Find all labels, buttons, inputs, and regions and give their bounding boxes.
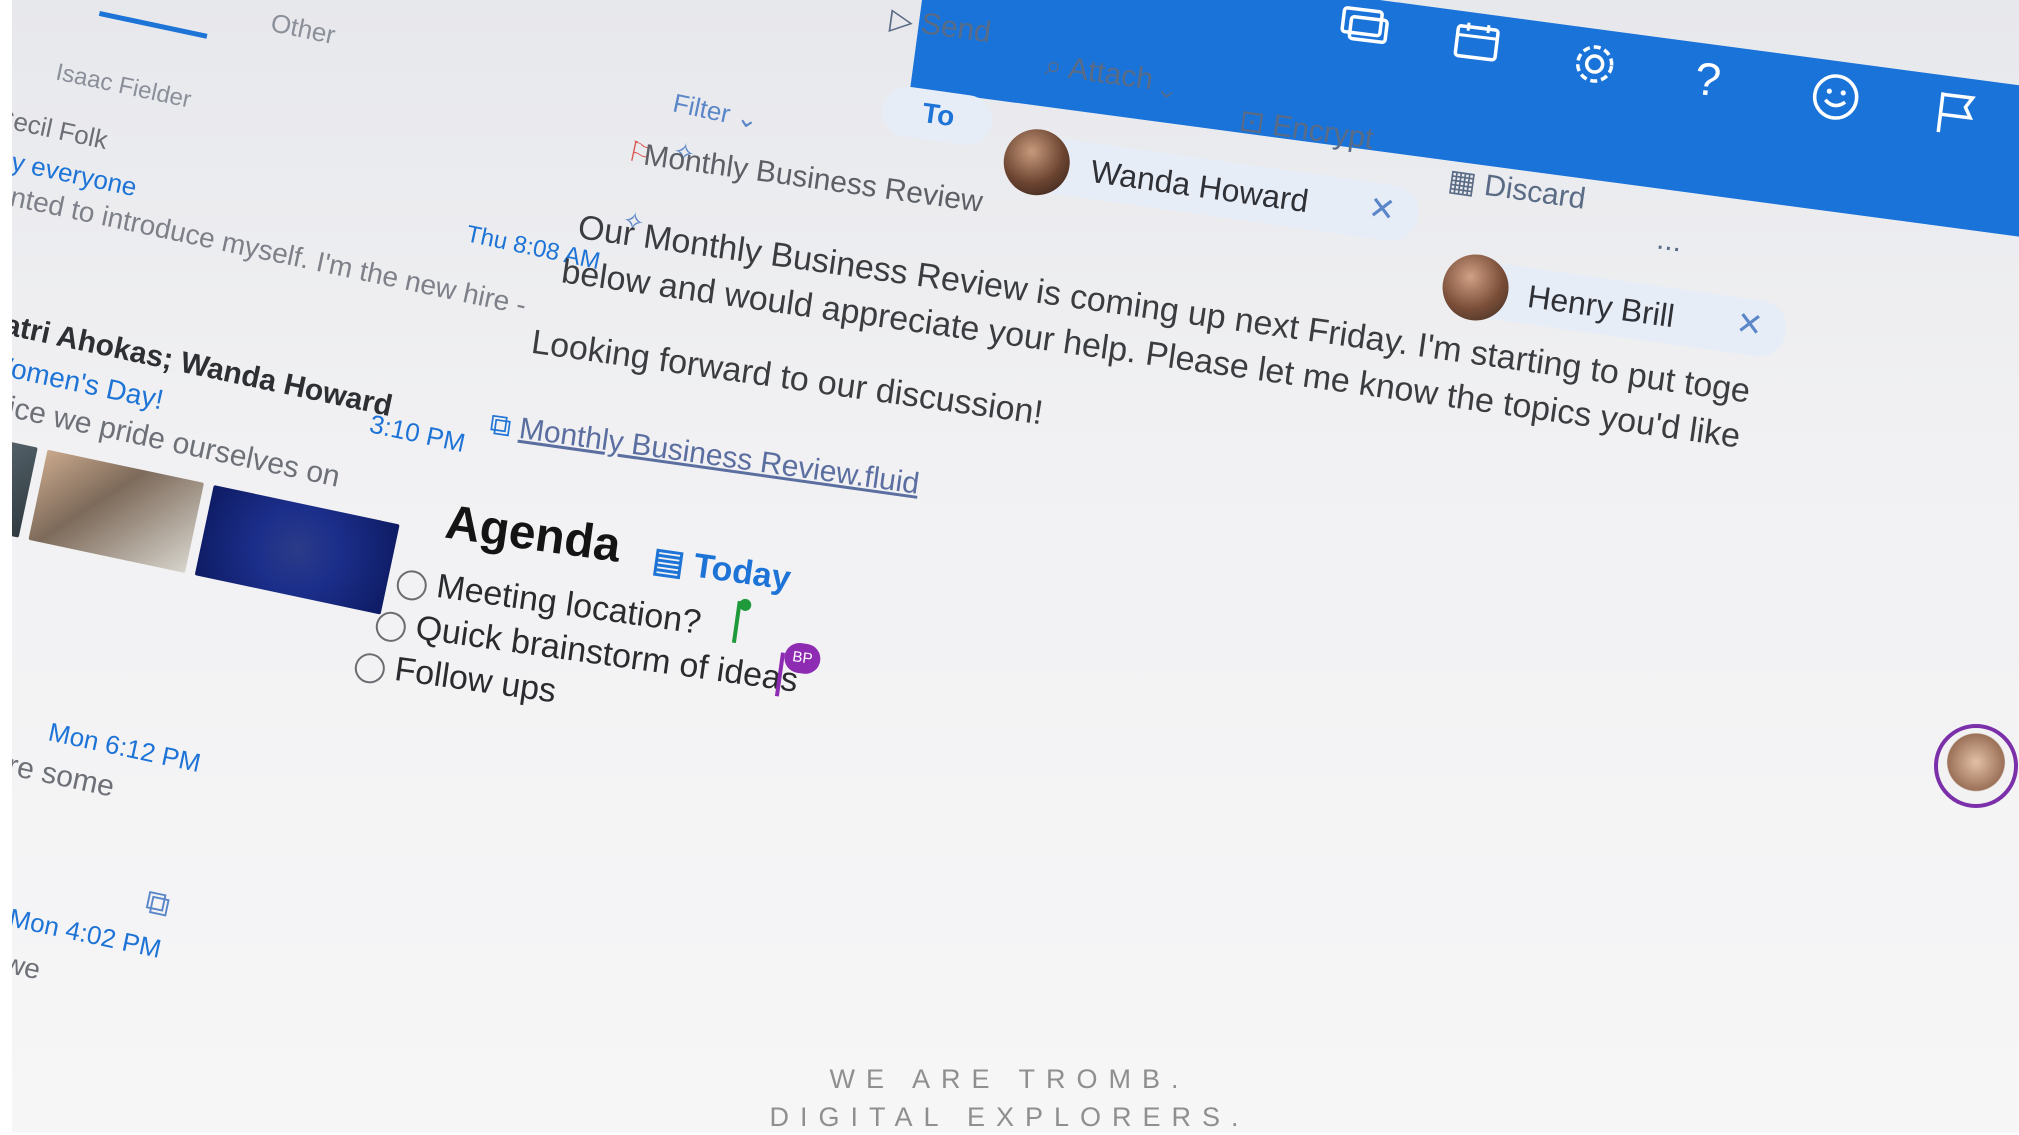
date-label: Today (691, 546, 794, 598)
date-chip[interactable]: ▤ Today (650, 540, 793, 599)
list-item-photo[interactable] (194, 485, 400, 615)
list-item-sender[interactable]: Isaac Fielder (53, 59, 194, 115)
agenda-title[interactable]: Agenda (442, 495, 624, 574)
task-checkbox[interactable] (373, 609, 408, 644)
task-checkbox[interactable] (394, 568, 429, 603)
attachment-name: Monthly Business Review.fluid (517, 411, 922, 501)
filter-label: Filter (670, 87, 734, 129)
collaborator-cursor-flag (738, 598, 753, 612)
send-icon: ▷ (887, 2, 916, 39)
tab-focused-underline (98, 11, 208, 39)
recipient-name: Henry Brill (1525, 278, 1677, 335)
remove-recipient-icon[interactable]: ✕ (1734, 303, 1766, 344)
fluid-icon: ⧉ (141, 882, 174, 925)
subject-field[interactable]: Monthly Business Review (641, 139, 985, 220)
list-item-preview: I wanted to introduce myself. I'm the ne… (0, 170, 530, 321)
fluid-attachment-link[interactable]: ⧉ Monthly Business Review.fluid (488, 408, 922, 502)
to-label: To (920, 96, 957, 133)
screen-photo: ? Other Isaac Fielder Cecil Folk Hey eve… (0, 0, 2019, 1135)
avatar (1438, 250, 1513, 325)
flag-icon[interactable] (1926, 85, 1983, 152)
filter-button[interactable]: Filter ⌄ (670, 88, 761, 136)
recipient-name: Wanda Howard (1088, 153, 1311, 220)
avatar (999, 124, 1075, 200)
watermark-line: DIGITAL EXPLORERS. (769, 1102, 1250, 1132)
fluid-icon: ⧉ (487, 407, 514, 444)
list-item-photo[interactable] (28, 449, 205, 573)
frame-edge (0, 0, 12, 1135)
remove-recipient-icon[interactable]: ✕ (1366, 188, 1398, 229)
lock-icon: ⊡ (1237, 104, 1267, 141)
tab-other[interactable]: Other (268, 7, 338, 51)
paperclip-icon: ⌕ (1043, 48, 1065, 84)
settings-icon[interactable] (1564, 35, 1623, 104)
trash-icon: ▦ (1445, 163, 1479, 201)
smiley-icon[interactable] (1804, 67, 1866, 138)
calendar-icon: ▤ (650, 540, 688, 583)
calendar-icon[interactable] (1449, 19, 1507, 78)
chat-icon[interactable] (1335, 3, 1393, 60)
more-options-button[interactable]: ... (1655, 222, 1684, 259)
list-item-time: 3:10 PM (366, 408, 468, 458)
collaborator-presence-avatar[interactable] (1934, 724, 2018, 808)
watermark-line: WE ARE TROMB. (829, 1064, 1190, 1094)
task-checkbox[interactable] (352, 651, 387, 686)
